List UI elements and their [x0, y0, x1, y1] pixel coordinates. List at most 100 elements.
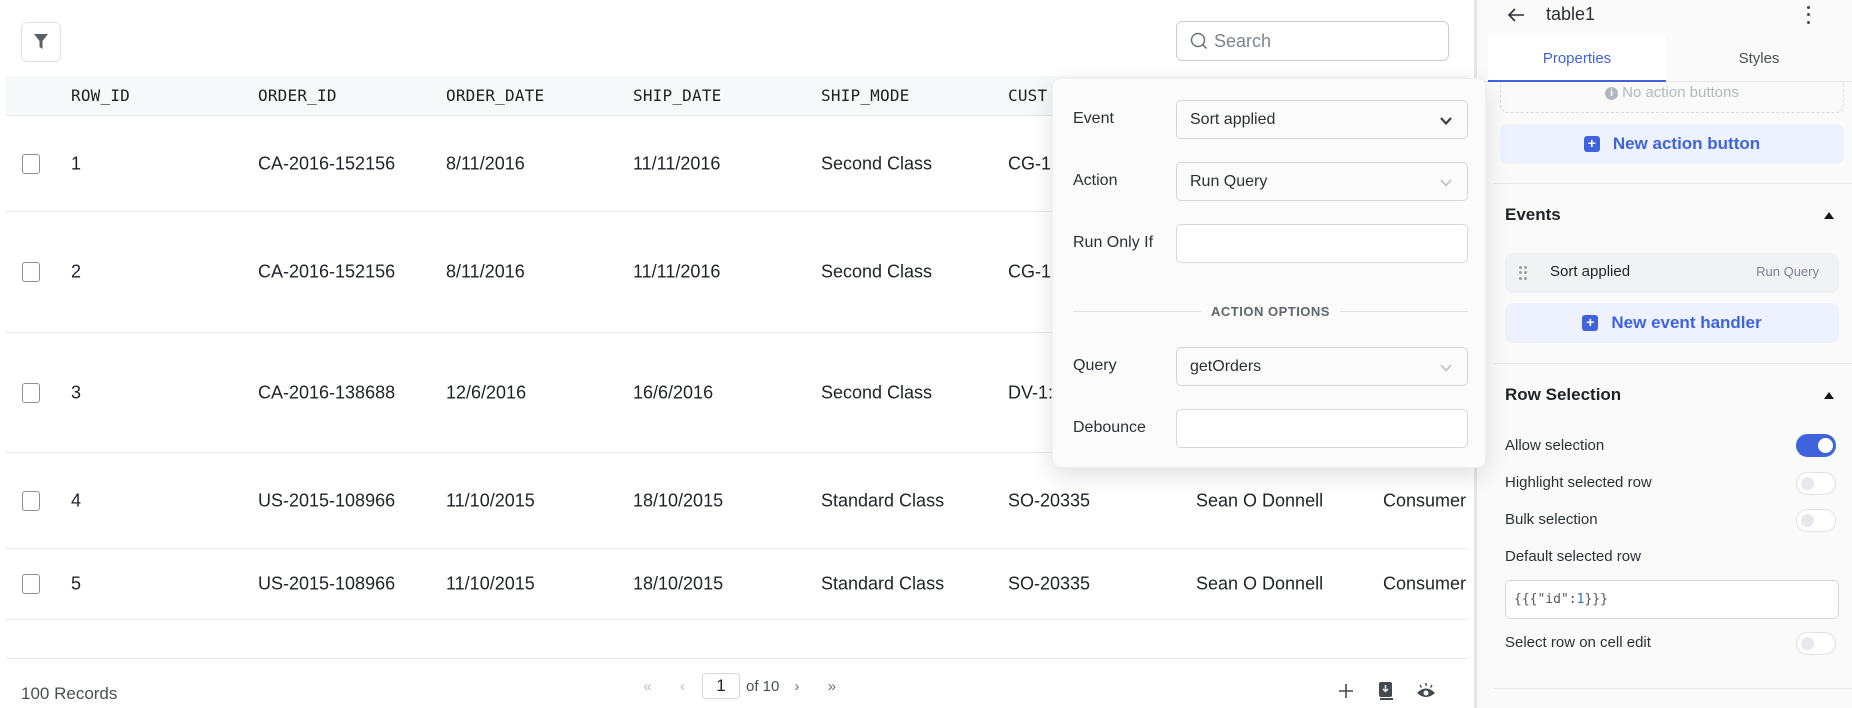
cell-order-date: 11/10/2015 [446, 573, 535, 594]
drag-handle-icon[interactable] [1519, 266, 1527, 280]
cell-customer-name: Sean O Donnell [1196, 573, 1324, 594]
allow-selection-toggle[interactable] [1796, 434, 1836, 457]
code-text: }}} [1584, 592, 1608, 607]
select-row-on-cell-edit-toggle[interactable] [1796, 632, 1836, 655]
new-event-handler-button[interactable]: + New event handler [1505, 303, 1839, 343]
query-select-value: getOrders [1190, 358, 1262, 375]
prev-page-button[interactable]: ‹ [665, 678, 700, 695]
section-divider [1494, 363, 1852, 364]
plus-square-icon: + [1583, 136, 1600, 152]
cell-customer-id: SO-20335 [1008, 573, 1091, 594]
row-checkbox[interactable] [22, 382, 40, 403]
row-checkbox[interactable] [22, 490, 40, 511]
cell-ship-date: 18/10/2015 [633, 490, 724, 510]
row-checkbox[interactable] [22, 262, 40, 282]
collapse-events-icon[interactable] [1824, 212, 1834, 219]
cell-customer-id: CG-1: [1008, 261, 1057, 282]
cell-customer-name: Sean O Donnell [1196, 490, 1324, 510]
row-checkbox[interactable] [22, 153, 40, 174]
bulk-selection-toggle[interactable] [1796, 509, 1836, 532]
event-name: Sort applied [1550, 263, 1631, 280]
cell-order-id: CA-2016-152156 [258, 153, 396, 173]
search-icon [1190, 32, 1208, 50]
download-icon [1379, 682, 1393, 700]
events-section-title[interactable]: Events [1505, 205, 1561, 225]
cell-order-date: 8/11/2016 [446, 261, 525, 282]
cell-order-date: 12/6/2016 [446, 382, 527, 402]
page-total: of 10 [746, 677, 780, 695]
query-select[interactable]: getOrders [1176, 347, 1468, 386]
table-search[interactable] [1176, 21, 1449, 61]
component-name[interactable]: table1 [1546, 4, 1595, 25]
cell-ship-mode: Second Class [821, 153, 933, 173]
tab-styles[interactable]: Styles [1666, 36, 1852, 82]
default-selected-row-label: Default selected row [1505, 548, 1641, 565]
column-header-row-id[interactable]: ROW_ID [71, 76, 130, 116]
panel-tabs: Properties Styles [1477, 36, 1852, 82]
first-page-button[interactable]: « [630, 678, 665, 695]
cell-segment: Consumer [1383, 490, 1467, 510]
column-header-order-date[interactable]: ORDER_DATE [446, 76, 544, 116]
collapse-row-selection-icon[interactable] [1824, 392, 1834, 399]
run-only-if-label: Run Only If [1073, 234, 1154, 251]
cell-ship-mode: Standard Class [821, 490, 945, 510]
action-options-heading: ACTION OPTIONS [1211, 303, 1330, 319]
allow-selection-label: Allow selection [1505, 437, 1605, 454]
plus-square-icon: + [1582, 315, 1599, 331]
cell-order-id: US-2015-108966 [258, 573, 396, 594]
highlight-selected-row-toggle[interactable] [1796, 472, 1836, 495]
filter-icon [34, 34, 48, 49]
new-event-handler-label: New event handler [1611, 313, 1762, 332]
default-selected-row-input[interactable]: {{{"id":1}}} [1505, 580, 1839, 619]
records-count: 100 Records [21, 684, 118, 703]
highlight-selected-row-label: Highlight selected row [1505, 474, 1652, 491]
download-button[interactable] [1375, 680, 1397, 702]
search-input[interactable] [1214, 30, 1434, 52]
debounce-input[interactable] [1176, 409, 1468, 448]
event-select-value: Sort applied [1190, 111, 1276, 128]
column-header-ship-mode[interactable]: SHIP_MODE [821, 76, 910, 116]
last-page-button[interactable]: » [814, 678, 849, 695]
column-header-order-id[interactable]: ORDER_ID [258, 76, 337, 116]
panel-header: table1 [1477, 0, 1852, 32]
cell-ship-date: 16/6/2016 [633, 382, 714, 402]
action-select-value: Run Query [1190, 173, 1268, 190]
cell-order-id: CA-2016-152156 [258, 261, 396, 282]
plus-icon [1339, 684, 1353, 698]
next-page-button[interactable]: › [779, 678, 814, 695]
table-row[interactable]: 5 US-2015-108966 11/10/2015 18/10/2015 S… [6, 549, 1468, 620]
cell-row-id: 5 [71, 573, 82, 594]
cell-ship-mode: Standard Class [821, 573, 945, 594]
new-action-button[interactable]: + New action button [1500, 124, 1844, 164]
more-options-icon[interactable] [1802, 4, 1814, 26]
cell-customer-id: DV-1: [1008, 382, 1054, 402]
chevron-down-icon [1440, 364, 1452, 372]
action-label: Action [1073, 172, 1118, 189]
select-row-on-cell-edit-label: Select row on cell edit [1505, 634, 1651, 651]
event-label: Event [1073, 110, 1114, 127]
add-row-button[interactable] [1335, 680, 1357, 702]
column-header-customer[interactable]: CUST [1008, 76, 1047, 116]
run-only-if-input[interactable] [1176, 224, 1468, 263]
column-visibility-button[interactable] [1415, 680, 1437, 702]
cell-row-id: 4 [71, 490, 82, 510]
page-number-input[interactable]: 1 [702, 673, 740, 699]
event-handler-popover: Event Sort applied Action Run Query Run … [1052, 78, 1486, 468]
query-label: Query [1073, 357, 1117, 374]
cell-segment: Consumer [1383, 573, 1467, 594]
back-arrow-icon[interactable] [1505, 4, 1527, 26]
row-selection-section-title[interactable]: Row Selection [1505, 385, 1621, 405]
event-list-item[interactable]: Sort applied Run Query [1505, 253, 1839, 293]
filter-button[interactable] [21, 22, 61, 62]
tab-properties[interactable]: Properties [1488, 36, 1666, 82]
row-checkbox[interactable] [22, 574, 40, 594]
cell-order-date: 8/11/2016 [446, 153, 525, 173]
info-icon: i [1605, 87, 1619, 100]
cell-customer-id: CG-1: [1008, 153, 1057, 173]
column-header-ship-date[interactable]: SHIP_DATE [633, 76, 722, 116]
bulk-selection-label: Bulk selection [1505, 511, 1598, 528]
table-footer-actions [1335, 680, 1437, 702]
action-select[interactable]: Run Query [1176, 162, 1468, 201]
event-select[interactable]: Sort applied [1176, 100, 1468, 139]
no-action-buttons-placeholder: i No action buttons [1500, 82, 1844, 113]
